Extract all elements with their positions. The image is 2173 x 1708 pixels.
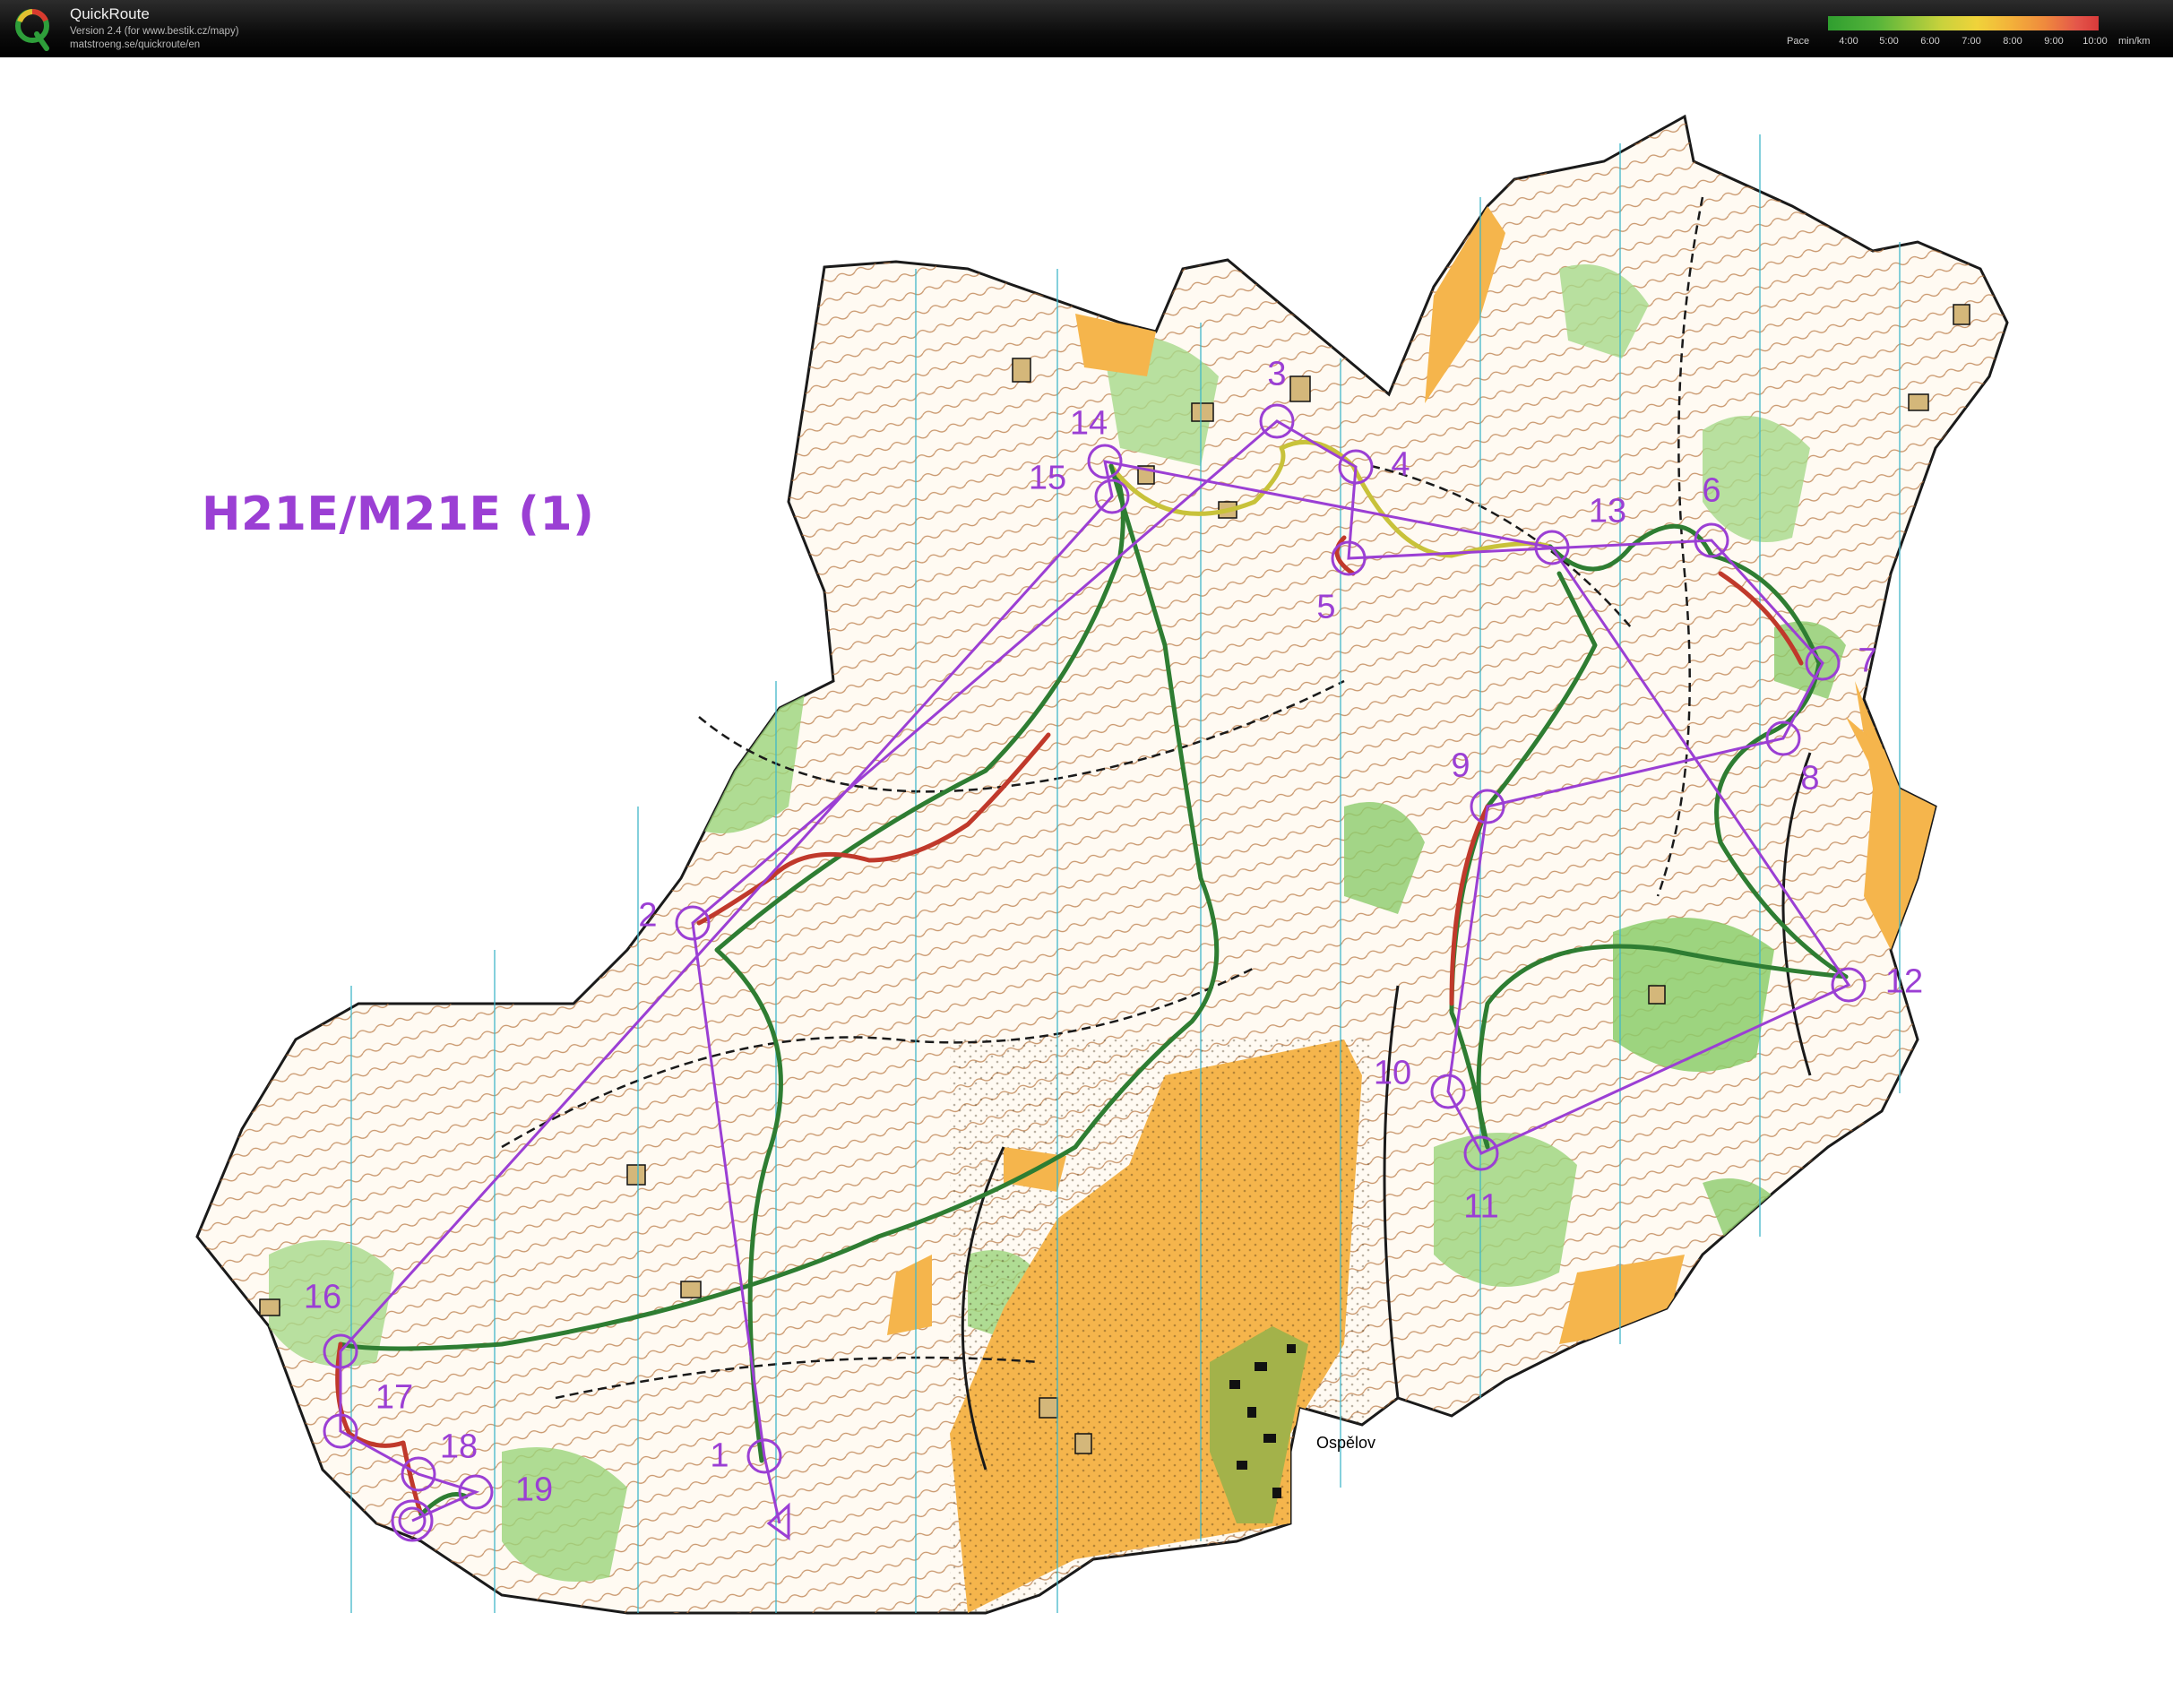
app-header: QuickRoute Version 2.4 (for www.bestik.c… — [0, 0, 2173, 57]
pace-tick-label: 5:00 — [1879, 36, 1899, 47]
pace-legend-label: Pace — [1787, 36, 1810, 47]
pace-tick-label: 9:00 — [2044, 36, 2064, 47]
pace-tick-label: 10:00 — [2082, 36, 2108, 47]
version-line: Version 2.4 (for www.bestik.cz/mapy) — [70, 26, 239, 37]
map-canvas[interactable] — [0, 57, 2173, 1708]
pace-color-scale — [1828, 16, 2099, 30]
pace-tick-label: 6:00 — [1920, 36, 1940, 47]
pace-tick-label: 7:00 — [1962, 36, 1981, 47]
map-terrain — [195, 114, 2009, 1615]
pace-unit: min/km — [2118, 36, 2151, 47]
orienteering-map[interactable]: H21E/M21E (1) 1 2 3 4 5 6 7 8 9 10 11 12 13 14 15 16 17 1… — [0, 57, 2173, 1708]
course-title: H21E/M21E (1) — [202, 487, 595, 541]
url-line: matstroeng.se/quickroute/en — [70, 39, 201, 50]
pace-tick-label: 8:00 — [2003, 36, 2022, 47]
quickroute-q-logo-icon — [13, 4, 56, 54]
village-label: Ospělov — [1316, 1434, 1376, 1452]
pace-tick-label: 4:00 — [1839, 36, 1858, 47]
app-name: QuickRoute — [70, 5, 150, 22]
